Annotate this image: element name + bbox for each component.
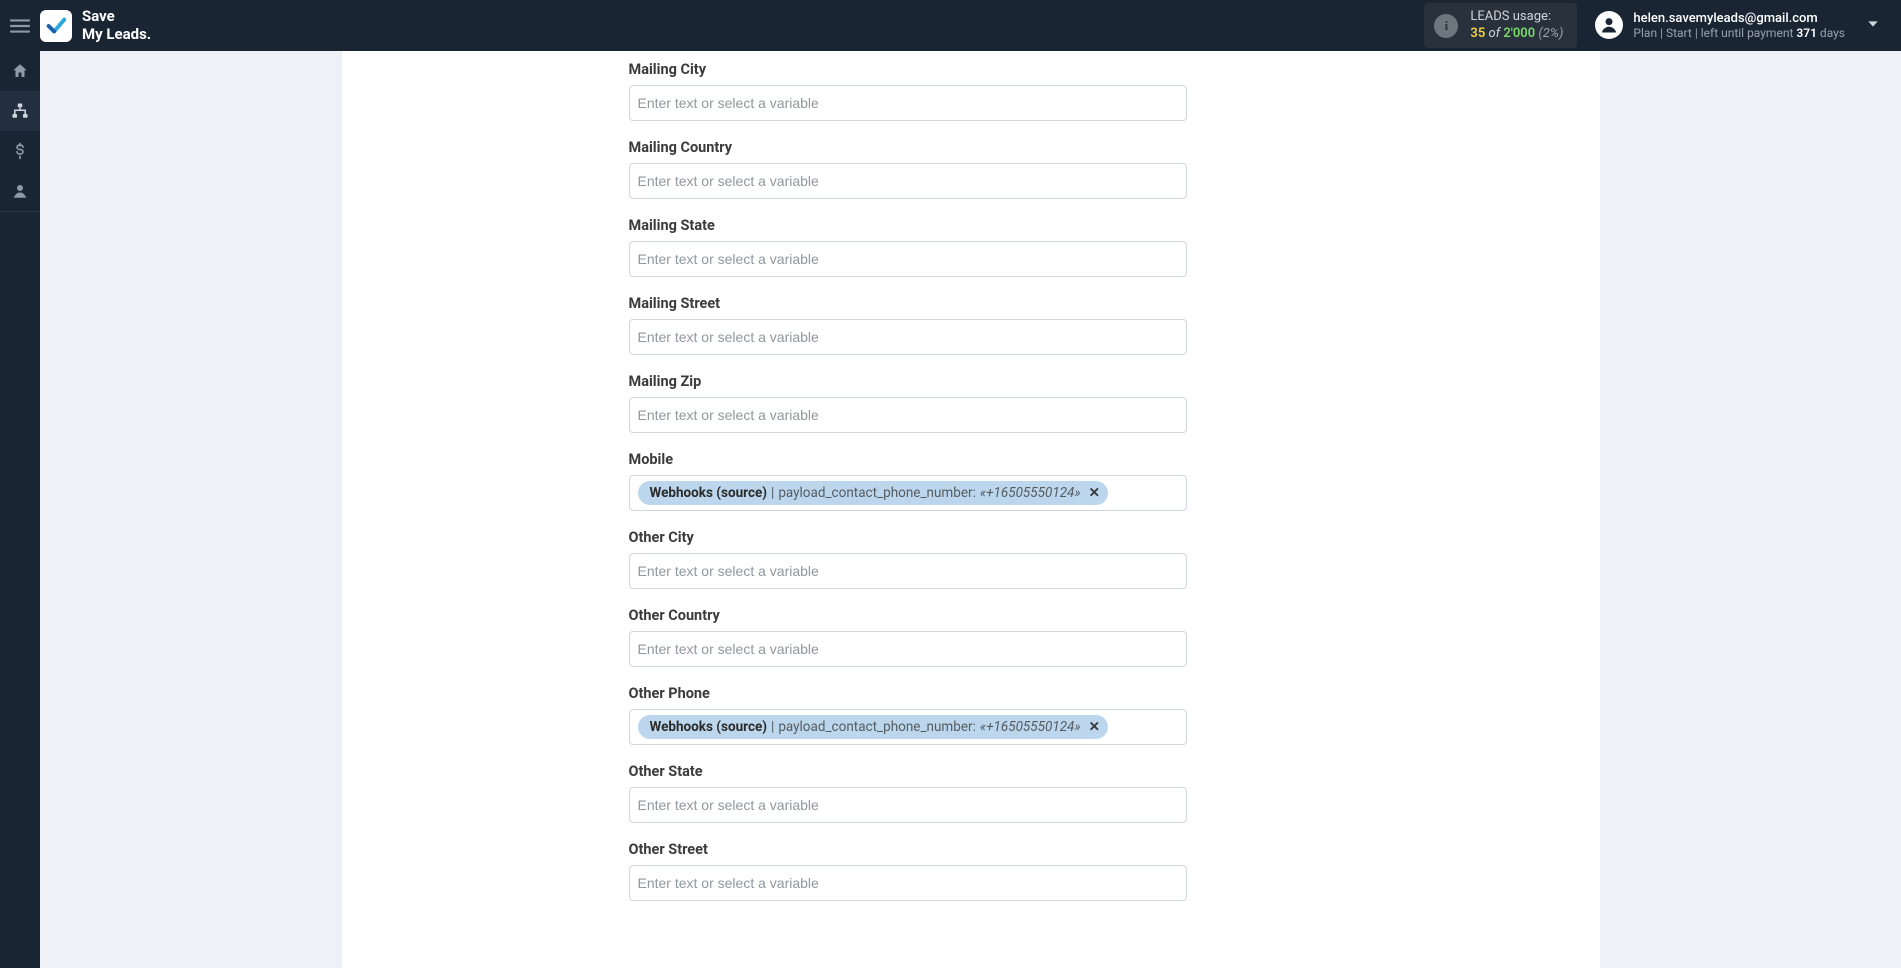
sidebar-item-home[interactable] [0, 51, 40, 91]
chip-value: «+16505550124» [980, 485, 1081, 501]
field-other_street: Other Street [629, 841, 1187, 901]
check-logo-icon [45, 15, 67, 37]
field-label-other_city: Other City [629, 529, 1187, 546]
field-input-mailing_street[interactable] [638, 329, 1178, 345]
field-input-other_state[interactable] [638, 797, 1178, 813]
chip-remove-icon[interactable]: ✕ [1089, 485, 1100, 501]
main-scroll[interactable]: Mailing City Mailing Country Mailing State… [40, 51, 1901, 968]
field-other_phone: Other Phone Webhooks (source) | payload_c… [629, 685, 1187, 745]
chip-mobile[interactable]: Webhooks (source) | payload_contact_phon… [638, 481, 1108, 505]
usage-panel[interactable]: i LEADS usage: 35 of 2'000 (2%) [1424, 3, 1577, 48]
field-input-wrap-other_street[interactable] [629, 865, 1187, 901]
sidebar-divider [0, 211, 40, 212]
usage-total: 2'000 [1503, 26, 1535, 41]
field-input-other_street[interactable] [638, 875, 1178, 891]
plan-days-num: 371 [1796, 26, 1817, 40]
field-input-mailing_city[interactable] [638, 95, 1178, 111]
field-input-wrap-mailing_country[interactable] [629, 163, 1187, 199]
chip-source: Webhooks (source) [650, 485, 768, 501]
chip-value: «+16505550124» [980, 719, 1081, 735]
field-label-mailing_state: Mailing State [629, 217, 1187, 234]
field-mailing_city: Mailing City [629, 61, 1187, 121]
field-input-wrap-mailing_state[interactable] [629, 241, 1187, 277]
field-label-other_state: Other State [629, 763, 1187, 780]
sitemap-icon [11, 102, 29, 120]
field-other_state: Other State [629, 763, 1187, 823]
field-label-mailing_country: Mailing Country [629, 139, 1187, 156]
plan-mid: | left until payment [1695, 26, 1794, 40]
field-input-wrap-mailing_street[interactable] [629, 319, 1187, 355]
left-sidebar [0, 51, 40, 968]
field-label-mobile: Mobile [629, 451, 1187, 468]
usage-of: of [1489, 26, 1501, 41]
field-input-other_city[interactable] [638, 563, 1178, 579]
account-email: helen.savemyleads@gmail.com [1633, 11, 1845, 27]
account-lines: helen.savemyleads@gmail.com Plan | Start… [1633, 11, 1845, 41]
sidebar-item-billing[interactable] [0, 131, 40, 171]
home-icon [11, 62, 29, 80]
usage-numbers: 35 of 2'000 (2%) [1470, 26, 1563, 42]
top-bar: Save My Leads. i LEADS usage: 35 of 2'00… [0, 0, 1901, 51]
plan-prefix: Plan | [1633, 26, 1663, 40]
account-chevron[interactable] [1865, 16, 1881, 36]
chip-remove-icon[interactable]: ✕ [1089, 719, 1100, 735]
field-label-mailing_city: Mailing City [629, 61, 1187, 78]
field-mailing_state: Mailing State [629, 217, 1187, 277]
avatar [1595, 11, 1623, 39]
form-column: Mailing City Mailing Country Mailing State… [629, 51, 1187, 901]
field-input-other_phone[interactable] [1112, 719, 1178, 735]
chip-source: Webhooks (source) [650, 719, 768, 735]
field-mobile: Mobile Webhooks (source) | payload_contac… [629, 451, 1187, 511]
plan-name: Start [1666, 26, 1692, 40]
content-card: Mailing City Mailing Country Mailing State… [342, 51, 1600, 968]
brand-line2: My Leads. [82, 26, 151, 43]
field-mailing_country: Mailing Country [629, 139, 1187, 199]
user-icon [11, 182, 29, 200]
field-input-wrap-mobile[interactable]: Webhooks (source) | payload_contact_phon… [629, 475, 1187, 511]
user-avatar-icon [1599, 15, 1619, 35]
field-input-wrap-other_country[interactable] [629, 631, 1187, 667]
field-input-wrap-other_city[interactable] [629, 553, 1187, 589]
usage-used: 35 [1470, 26, 1485, 41]
chip-path: payload_contact_phone_number: [778, 485, 976, 501]
account-plan-line: Plan | Start | left until payment 371 da… [1633, 26, 1845, 40]
usage-lines: LEADS usage: 35 of 2'000 (2%) [1470, 9, 1563, 42]
chip-path: payload_contact_phone_number: [778, 719, 976, 735]
hamburger-button[interactable] [0, 0, 40, 51]
field-mailing_zip: Mailing Zip [629, 373, 1187, 433]
brand-title: Save My Leads. [82, 8, 151, 43]
chevron-down-icon [1865, 16, 1881, 32]
field-input-mailing_zip[interactable] [638, 407, 1178, 423]
sidebar-item-connections[interactable] [0, 91, 40, 131]
field-input-wrap-mailing_zip[interactable] [629, 397, 1187, 433]
brand-logo[interactable] [40, 10, 72, 42]
hamburger-icon [10, 16, 30, 36]
chip-pipe: | [771, 485, 774, 501]
field-label-mailing_zip: Mailing Zip [629, 373, 1187, 390]
field-input-mobile[interactable] [1112, 485, 1178, 501]
chip-pipe: | [771, 719, 774, 735]
account-menu[interactable]: helen.savemyleads@gmail.com Plan | Start… [1595, 11, 1845, 41]
chip-other_phone[interactable]: Webhooks (source) | payload_contact_phon… [638, 715, 1108, 739]
field-label-other_country: Other Country [629, 607, 1187, 624]
dollar-icon [11, 142, 29, 160]
field-input-mailing_country[interactable] [638, 173, 1178, 189]
sidebar-item-profile[interactable] [0, 171, 40, 211]
info-icon: i [1434, 14, 1458, 38]
field-label-other_phone: Other Phone [629, 685, 1187, 702]
usage-pct: (2%) [1538, 26, 1563, 41]
field-input-other_country[interactable] [638, 641, 1178, 657]
brand-line1: Save [82, 8, 151, 25]
field-other_country: Other Country [629, 607, 1187, 667]
field-input-mailing_state[interactable] [638, 251, 1178, 267]
field-other_city: Other City [629, 529, 1187, 589]
field-label-other_street: Other Street [629, 841, 1187, 858]
plan-days-word: days [1820, 26, 1845, 40]
usage-label: LEADS usage: [1470, 9, 1563, 25]
field-mailing_street: Mailing Street [629, 295, 1187, 355]
field-label-mailing_street: Mailing Street [629, 295, 1187, 312]
field-input-wrap-other_phone[interactable]: Webhooks (source) | payload_contact_phon… [629, 709, 1187, 745]
field-input-wrap-other_state[interactable] [629, 787, 1187, 823]
field-input-wrap-mailing_city[interactable] [629, 85, 1187, 121]
